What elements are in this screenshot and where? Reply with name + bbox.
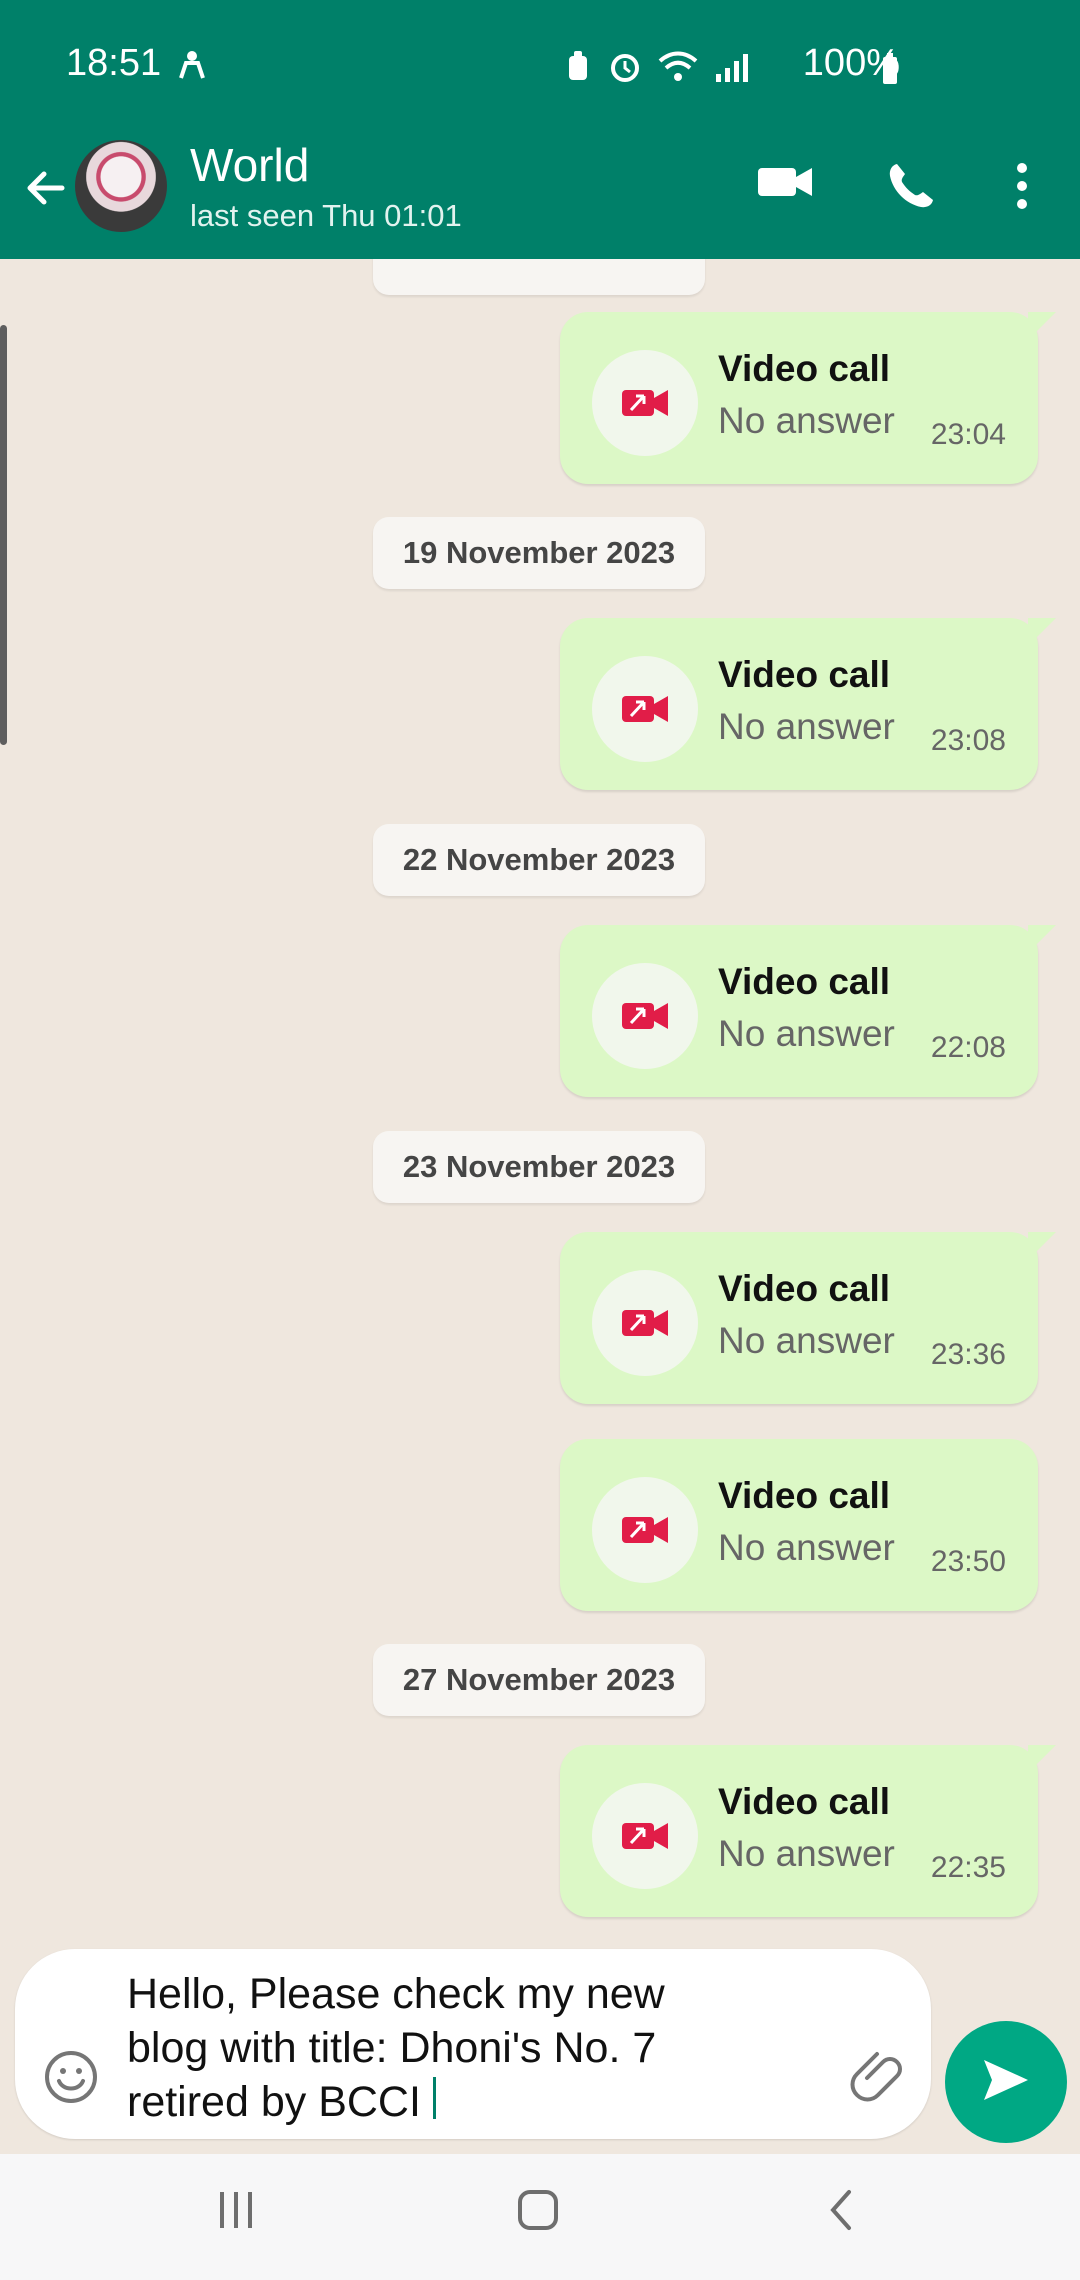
- contact-name[interactable]: World: [190, 138, 309, 192]
- text-caret: [433, 2077, 436, 2119]
- video-call-message[interactable]: Video call No answer 23:04: [560, 312, 1056, 484]
- call-title: Video call: [718, 1268, 891, 1309]
- video-call-message[interactable]: Video call No answer 22:08: [560, 925, 1056, 1097]
- missed-video-call-icon: [592, 963, 698, 1069]
- recent-apps-icon[interactable]: [214, 2188, 258, 2237]
- call-subtitle: No answer: [718, 1013, 895, 1054]
- status-person-icon: [178, 50, 206, 85]
- call-time: 22:35: [930, 1851, 1006, 1884]
- call-title: Video call: [718, 654, 891, 695]
- missed-video-call-icon: [592, 1477, 698, 1583]
- date-chip: 23 November 2023: [373, 1131, 705, 1203]
- more-vertical-icon[interactable]: [1008, 160, 1036, 217]
- date-chip: 27 November 2023: [373, 1644, 705, 1716]
- phone-icon[interactable]: [885, 160, 937, 217]
- missed-video-call-icon: [592, 1783, 698, 1889]
- call-title: Video call: [718, 1781, 891, 1822]
- missed-video-call-icon: [592, 350, 698, 456]
- call-subtitle: No answer: [718, 706, 895, 747]
- missed-video-call-icon: [592, 656, 698, 762]
- date-chip-partial: [373, 259, 705, 295]
- chat-header: World last seen Thu 01:01: [0, 134, 1080, 259]
- send-icon: [978, 2052, 1034, 2113]
- system-navigation-bar: [0, 2154, 1080, 2280]
- video-call-message[interactable]: Video call No answer 23:36: [560, 1232, 1056, 1404]
- alarm-icon: [608, 50, 642, 84]
- call-time: 23:04: [930, 418, 1006, 451]
- call-title: Video call: [718, 961, 891, 1002]
- status-bar: 18:51 100%: [0, 0, 1080, 134]
- arrow-left-icon[interactable]: [18, 160, 74, 216]
- send-button[interactable]: [945, 2021, 1067, 2143]
- paperclip-icon[interactable]: [849, 2047, 907, 2110]
- signal-icon: [714, 50, 750, 84]
- scroll-indicator[interactable]: [0, 325, 7, 745]
- back-nav-icon[interactable]: [820, 2188, 864, 2237]
- call-title: Video call: [718, 1475, 891, 1516]
- battery-icon: [878, 52, 902, 91]
- avatar[interactable]: [75, 140, 167, 232]
- missed-video-call-icon: [592, 1270, 698, 1376]
- video-call-message[interactable]: Video call No answer 23:50: [560, 1439, 1038, 1611]
- call-subtitle: No answer: [718, 1527, 895, 1568]
- status-time: 18:51: [66, 42, 162, 84]
- video-call-message[interactable]: Video call No answer 23:08: [560, 618, 1056, 790]
- call-subtitle: No answer: [718, 1833, 895, 1874]
- call-subtitle: No answer: [718, 1320, 895, 1361]
- message-input[interactable]: Hello, Please check my new blog with tit…: [15, 1949, 931, 2139]
- call-time: 23:08: [930, 724, 1006, 757]
- emoji-icon[interactable]: [41, 2047, 101, 2112]
- call-title: Video call: [718, 348, 891, 389]
- video-call-message[interactable]: Video call No answer 22:35: [560, 1745, 1056, 1917]
- wifi-icon: [658, 50, 698, 84]
- call-time: 23:36: [930, 1338, 1006, 1371]
- date-chip: 19 November 2023: [373, 517, 705, 589]
- chat-messages[interactable]: Video call No answer 23:04 19 November 2…: [0, 259, 1080, 1949]
- contact-last-seen: last seen Thu 01:01: [190, 198, 462, 233]
- home-icon[interactable]: [516, 2188, 560, 2237]
- message-text[interactable]: Hello, Please check my new blog with tit…: [127, 1967, 767, 2129]
- date-chip: 22 November 2023: [373, 824, 705, 896]
- status-icons: [564, 50, 750, 84]
- lock-battery-icon: [564, 50, 592, 84]
- video-camera-icon[interactable]: [756, 160, 814, 209]
- call-time: 22:08: [930, 1031, 1006, 1064]
- call-time: 23:50: [930, 1545, 1006, 1578]
- call-subtitle: No answer: [718, 400, 895, 441]
